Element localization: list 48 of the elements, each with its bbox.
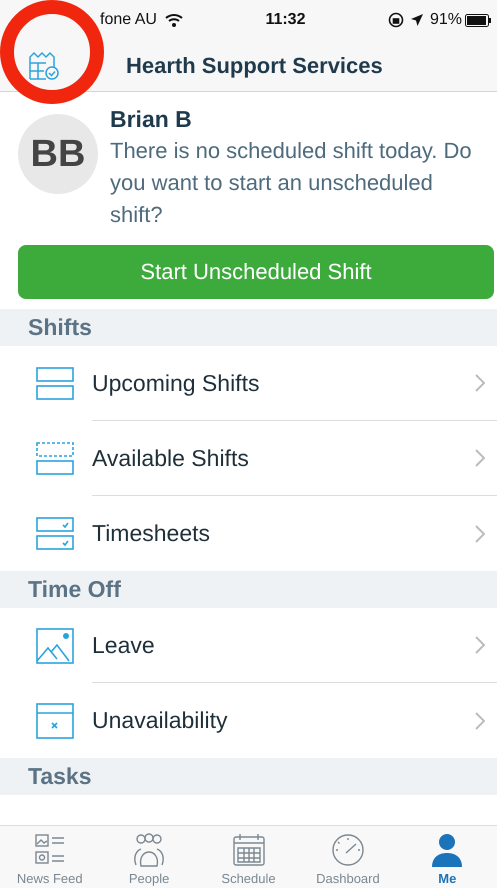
chevron-right-icon (475, 449, 485, 467)
stacked-rectangles-icon (36, 366, 74, 402)
tab-label: News Feed (16, 871, 83, 886)
gauge-icon (330, 832, 366, 868)
tab-bar-item[interactable]: Schedule (198, 826, 298, 888)
tab-bar-item[interactable]: Dashboard (298, 826, 398, 888)
calendar-icon (230, 832, 267, 868)
location-arrow-icon (410, 13, 424, 27)
carrier-name: fone AU (100, 11, 157, 29)
tab-label: Schedule (221, 871, 276, 886)
battery-percent: 91% (430, 11, 462, 29)
initials-avatar: BB (18, 114, 98, 194)
tab-label: People (128, 871, 170, 886)
menu-row[interactable]: Upcoming Shifts (0, 346, 497, 421)
building-check-icon[interactable] (28, 50, 60, 80)
rotation-lock-icon (388, 12, 404, 28)
user-name: Brian B (110, 106, 193, 133)
battery-icon (465, 14, 492, 26)
tab-bar-item[interactable]: People (99, 826, 199, 888)
stacked-rectangles-icon (36, 440, 74, 476)
checked-rectangles-icon (36, 516, 74, 552)
menu-label: Leave (92, 632, 156, 658)
calendar-x-icon (36, 702, 74, 738)
menu-label: Available Shifts (92, 444, 250, 472)
status-time: 11:32 (265, 11, 306, 29)
section-header: Tasks (0, 758, 497, 795)
chevron-right-icon (475, 524, 485, 542)
menu-label: Timesheets (92, 520, 212, 547)
chevron-right-icon (475, 636, 485, 654)
header-title: Hearth Support Services (126, 52, 383, 78)
wifi-icon (164, 13, 183, 27)
chevron-right-icon (475, 374, 485, 392)
menu-row[interactable]: Available Shifts (0, 421, 497, 496)
tab-label: Me (438, 871, 456, 886)
menu-label: Unavailability (92, 707, 229, 734)
start-shift-button[interactable]: Start Unscheduled Shift (18, 245, 494, 299)
tab-bar-item[interactable]: News Feed (0, 826, 100, 888)
image-icon (36, 628, 74, 664)
menu-row[interactable]: Leave (0, 608, 497, 683)
tab-label: Dashboard (316, 871, 380, 886)
chevron-right-icon (475, 712, 485, 730)
no-shift-message: There is no scheduled shift today. Do you want to start an unscheduled shift? (110, 137, 473, 229)
section-header: Time Off (0, 571, 497, 608)
menu-label: Upcoming Shifts (92, 370, 260, 396)
menu-row[interactable]: Unavailability (0, 683, 497, 758)
menu-row[interactable]: Timesheets (0, 496, 497, 571)
tab-bar-item[interactable]: Me (398, 826, 497, 888)
section-header: Shifts (0, 309, 497, 346)
